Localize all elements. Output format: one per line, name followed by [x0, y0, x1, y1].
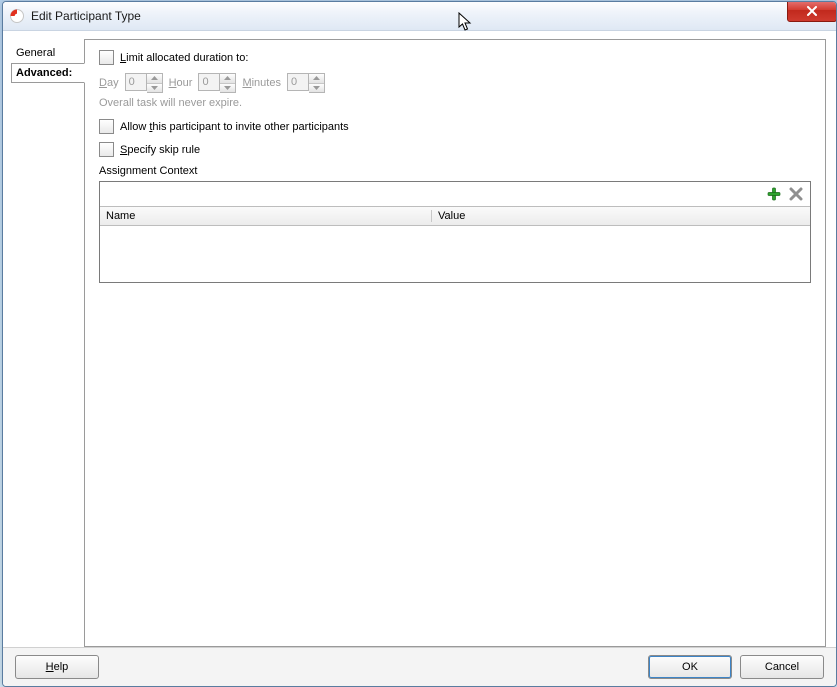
limit-duration-checkbox[interactable]	[99, 50, 114, 65]
minutes-label: Minutes	[242, 77, 281, 89]
cancel-button[interactable]: Cancel	[740, 655, 824, 679]
x-icon	[789, 187, 803, 201]
dialog-window: Edit Participant Type General Advanced: …	[2, 1, 837, 687]
limit-duration-label: Limit allocated duration to:	[120, 52, 248, 64]
skip-rule-row: Specify skip rule	[99, 142, 811, 157]
day-down	[147, 84, 162, 93]
limit-duration-row: Limit allocated duration to:	[99, 50, 811, 65]
assignment-context-label: Assignment Context	[99, 165, 811, 177]
ok-button[interactable]: OK	[648, 655, 732, 679]
assignment-context-toolbar	[100, 182, 810, 207]
col-value-header[interactable]: Value	[432, 210, 810, 222]
add-button[interactable]	[766, 186, 782, 202]
day-label: Day	[99, 77, 119, 89]
hour-down	[220, 84, 235, 93]
minutes-down	[309, 84, 324, 93]
hour-label: Hour	[169, 77, 193, 89]
window-title: Edit Participant Type	[31, 9, 141, 23]
assignment-context-header: Name Value	[100, 207, 810, 226]
allow-invite-label: Allow this participant to invite other p…	[120, 121, 349, 133]
day-up	[147, 74, 162, 84]
tab-general[interactable]: General	[11, 43, 85, 63]
tab-list: General Advanced:	[11, 39, 85, 647]
delete-button[interactable]	[788, 186, 804, 202]
minutes-input	[287, 73, 309, 91]
app-icon	[9, 8, 25, 24]
day-spinner[interactable]	[125, 73, 163, 93]
allow-invite-checkbox[interactable]	[99, 119, 114, 134]
close-icon	[806, 6, 818, 16]
tab-content-advanced: Limit allocated duration to: Day Hour	[84, 39, 826, 647]
minutes-up	[309, 74, 324, 84]
hour-spinner[interactable]	[198, 73, 236, 93]
duration-row: Day Hour Minutes	[99, 73, 811, 93]
minutes-spinner[interactable]	[287, 73, 325, 93]
titlebar: Edit Participant Type	[3, 2, 836, 31]
day-input	[125, 73, 147, 91]
hour-up	[220, 74, 235, 84]
hour-input	[198, 73, 220, 91]
dialog-body: General Advanced: Limit allocated durati…	[3, 31, 836, 647]
skip-rule-label: Specify skip rule	[120, 144, 200, 156]
plus-icon	[767, 187, 781, 201]
assignment-context-box: Name Value	[99, 181, 811, 283]
assignment-context-body[interactable]	[100, 226, 810, 282]
tab-advanced[interactable]: Advanced:	[11, 63, 85, 83]
close-button[interactable]	[787, 1, 837, 22]
expire-hint: Overall task will never expire.	[99, 97, 811, 109]
help-button[interactable]: Help	[15, 655, 99, 679]
dialog-footer: Help OK Cancel	[3, 647, 836, 686]
allow-invite-row: Allow this participant to invite other p…	[99, 119, 811, 134]
skip-rule-checkbox[interactable]	[99, 142, 114, 157]
col-name-header[interactable]: Name	[100, 210, 432, 222]
